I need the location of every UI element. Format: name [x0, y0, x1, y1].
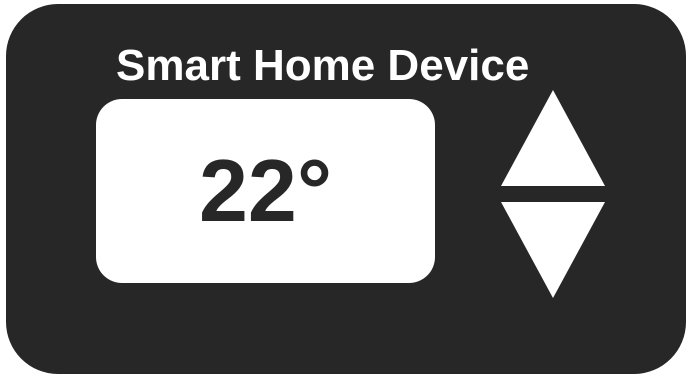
triangle-down-icon — [501, 202, 605, 298]
thermostat-device: Smart Home Device 22° — [6, 4, 686, 374]
temperature-display: 22° — [96, 99, 435, 283]
decrease-temperature-button[interactable] — [499, 200, 607, 300]
device-title: Smart Home Device — [116, 41, 530, 90]
triangle-up-icon — [501, 90, 605, 186]
temperature-value: 22° — [198, 141, 333, 240]
increase-temperature-button[interactable] — [499, 88, 607, 188]
